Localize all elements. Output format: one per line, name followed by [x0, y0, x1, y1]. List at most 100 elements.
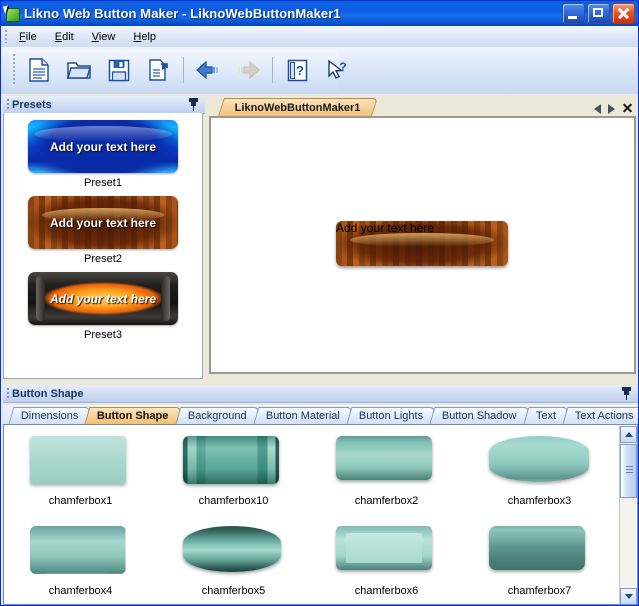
application-window: Likno Web Button Maker - LiknoWebButtonM…: [0, 0, 639, 606]
chamferbox5-icon: [182, 525, 285, 578]
preset-label-2: Preset2: [84, 253, 122, 265]
drag-grip-icon[interactable]: [3, 385, 12, 402]
chamferbox2-icon: [335, 436, 438, 488]
menu-item-file[interactable]: File: [10, 29, 46, 45]
tab-background-label: Background: [187, 410, 247, 422]
presets-panel: Presets Add your text here Preset1 Add y…: [3, 96, 205, 381]
toolbar-separator-2: [272, 57, 273, 83]
preset-label-1: Preset1: [84, 177, 122, 189]
export-arrow-icon: [148, 58, 168, 81]
export-button[interactable]: [139, 50, 179, 90]
toolbar-zone: ? ?: [1, 47, 638, 94]
preset-item-1[interactable]: Add your text here Preset1: [4, 113, 202, 189]
open-folder-icon: [67, 62, 91, 79]
svg-text:?: ?: [296, 63, 304, 78]
forward-button[interactable]: [228, 50, 268, 90]
design-canvas[interactable]: Add your text here: [209, 116, 636, 374]
scroll-down-icon[interactable]: [620, 588, 637, 604]
scroll-thumb[interactable]: [620, 444, 637, 498]
shape-grid: chamferbox1 chamferbox10 chamferbox2 cha…: [4, 425, 616, 604]
context-help-button[interactable]: ?: [317, 50, 357, 90]
shape-item-chamferbox4[interactable]: chamferbox4: [4, 515, 157, 605]
help-document-icon: ?: [287, 59, 307, 81]
shape-label-6: chamferbox5: [201, 584, 266, 597]
chamferbox10-icon: [182, 436, 285, 488]
shape-item-chamferbox1[interactable]: chamferbox1: [4, 425, 157, 515]
window-title: Likno Web Button Maker - LiknoWebButtonM…: [24, 6, 341, 21]
new-document-icon: [29, 58, 49, 82]
tab-text[interactable]: Text: [523, 407, 569, 424]
nav-prev-icon[interactable]: [594, 103, 601, 114]
shape-label-4: chamferbox3: [507, 495, 572, 508]
shape-item-chamferbox2[interactable]: chamferbox2: [310, 425, 463, 515]
shape-item-chamferbox5[interactable]: chamferbox5: [157, 515, 310, 605]
drag-grip-icon[interactable]: [3, 96, 12, 113]
scroll-up-icon[interactable]: [620, 426, 637, 443]
preset-button-preview-3[interactable]: Add your text here: [28, 272, 178, 325]
tab-button-shadow[interactable]: Button Shadow: [429, 407, 529, 424]
svg-text:?: ?: [339, 60, 346, 74]
document-tab-label: LiknoWebButtonMaker1: [234, 101, 361, 114]
menu-item-help[interactable]: Help: [124, 29, 165, 45]
shape-gallery-scrollbar[interactable]: [619, 426, 637, 604]
shape-item-chamferbox10[interactable]: chamferbox10: [157, 425, 310, 515]
shape-item-chamferbox6[interactable]: chamferbox6: [310, 515, 463, 605]
shape-label-3: chamferbox2: [354, 495, 419, 508]
document-tab-liknowebbuttonmaker1[interactable]: LiknoWebButtonMaker1: [218, 98, 378, 116]
tab-text-actions[interactable]: Text Actions: [562, 407, 638, 424]
tab-text-actions-label: Text Actions: [574, 410, 634, 422]
canvas-button-text: Add your text here: [336, 221, 435, 235]
save-button[interactable]: [99, 50, 139, 90]
shape-panel-tabs: Dimensions Button Shape Background Butto…: [3, 405, 638, 424]
shape-gallery: chamferbox1 chamferbox10 chamferbox2 cha…: [3, 424, 638, 605]
chamferbox1-icon: [29, 436, 132, 488]
toolbar-grip-icon[interactable]: [9, 49, 19, 91]
preset-label-3: Preset3: [84, 329, 122, 341]
shape-label-7: chamferbox6: [354, 584, 419, 597]
tab-background[interactable]: Background: [175, 407, 260, 424]
open-file-button[interactable]: [59, 50, 99, 90]
chamferbox7-icon: [488, 525, 591, 578]
nav-next-icon[interactable]: [608, 103, 615, 114]
maximize-button[interactable]: [587, 3, 610, 24]
minimize-button[interactable]: [562, 3, 585, 24]
menu-item-edit-rest: dit: [62, 30, 74, 43]
menu-item-help-rest: elp: [141, 30, 157, 43]
title-bar: Likno Web Button Maker - LiknoWebButtonM…: [1, 1, 638, 26]
tab-dimensions[interactable]: Dimensions: [8, 407, 91, 424]
shape-item-chamferbox3[interactable]: chamferbox3: [463, 425, 616, 515]
window-controls: [562, 3, 635, 24]
menu-item-view[interactable]: View: [83, 29, 125, 45]
button-shape-panel: Button Shape Dimensions Button Shape Bac…: [3, 385, 638, 605]
tab-button-lights[interactable]: Button Lights: [346, 407, 436, 424]
preset-button-text-2: Add your text here: [49, 215, 157, 230]
menu-item-edit[interactable]: Edit: [46, 29, 83, 45]
document-tab-strip: LiknoWebButtonMaker1: [207, 96, 638, 116]
toolbar-separator-1: [183, 57, 184, 83]
pin-icon[interactable]: [621, 387, 632, 400]
back-button[interactable]: [188, 50, 228, 90]
close-button[interactable]: [612, 3, 635, 24]
shape-item-chamferbox7[interactable]: chamferbox7: [463, 515, 616, 605]
preset-button-preview-1[interactable]: Add your text here: [28, 120, 178, 173]
chamferbox4-icon: [30, 526, 132, 578]
new-document-button[interactable]: [19, 50, 59, 90]
shape-label-5: chamferbox4: [48, 584, 113, 597]
help-topics-button[interactable]: ?: [277, 50, 317, 90]
tab-button-shape[interactable]: Button Shape: [85, 407, 182, 424]
preset-item-2[interactable]: Add your text here Preset2: [4, 189, 202, 265]
shape-panel-caption: Button Shape: [3, 385, 638, 403]
tab-dimensions-label: Dimensions: [20, 410, 79, 422]
document-tab-nav: [594, 103, 638, 116]
tab-button-shape-label: Button Shape: [97, 410, 169, 422]
canvas-button-preview[interactable]: Add your text here: [336, 221, 508, 266]
pin-icon[interactable]: [188, 98, 199, 111]
preset-item-3[interactable]: Add your text here Preset3: [4, 265, 202, 341]
menu-grip-icon[interactable]: [1, 26, 10, 47]
nav-close-icon[interactable]: [622, 103, 633, 114]
preset-button-preview-2[interactable]: Add your text here: [28, 196, 178, 249]
tab-button-material[interactable]: Button Material: [253, 407, 353, 424]
menu-item-view-rest: iew: [98, 30, 116, 43]
shape-panel-title: Button Shape: [12, 387, 84, 400]
tab-button-material-label: Button Material: [265, 410, 340, 422]
